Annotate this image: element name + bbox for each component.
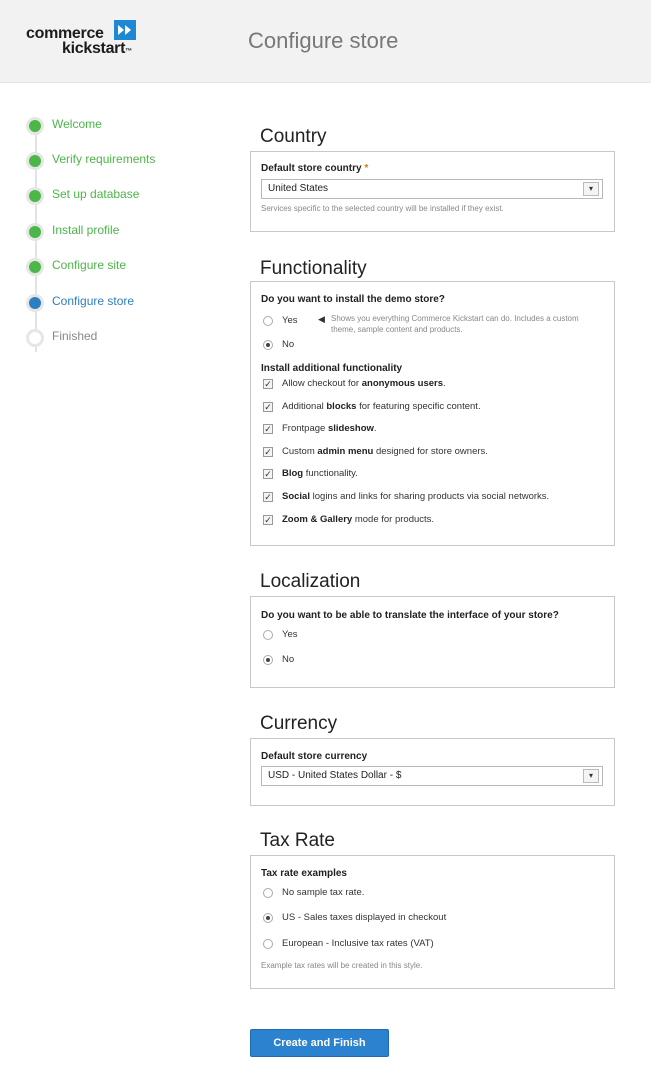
tax-rate-label: Tax rate examples bbox=[261, 868, 347, 879]
currency-select[interactable]: USD - United States Dollar - $ ▾ bbox=[261, 766, 603, 786]
create-and-finish-button[interactable]: Create and Finish bbox=[250, 1029, 389, 1057]
step-label: Set up database bbox=[52, 187, 140, 201]
step-active-icon bbox=[26, 294, 44, 312]
step-label: Verify requirements bbox=[52, 152, 156, 166]
checkbox-checked-icon[interactable]: ✓ bbox=[263, 379, 273, 389]
radio-icon[interactable] bbox=[263, 939, 273, 949]
step-configure-site: Configure site bbox=[26, 255, 226, 279]
country-label: Default store country * bbox=[261, 163, 369, 174]
step-set-up-database: Set up database bbox=[26, 184, 226, 208]
logo-word-kickstart: kickstart™ bbox=[62, 40, 132, 57]
step-configure-store: Configure store bbox=[26, 291, 226, 315]
step-verify-requirements: Verify requirements bbox=[26, 149, 226, 173]
currency-label: Default store currency bbox=[261, 751, 368, 762]
checkbox-checked-icon[interactable]: ✓ bbox=[263, 492, 273, 502]
tax-rate-fieldset: Tax rate examples No sample tax rate. US… bbox=[250, 855, 615, 989]
checkbox-checked-icon[interactable]: ✓ bbox=[263, 515, 273, 525]
checkbox-checked-icon[interactable]: ✓ bbox=[263, 424, 273, 434]
additional-functionality-label: Install additional functionality bbox=[261, 363, 403, 374]
country-select[interactable]: United States ▾ bbox=[261, 179, 603, 199]
step-done-icon bbox=[26, 258, 44, 276]
country-select-value: United States bbox=[268, 183, 329, 194]
country-heading: Country bbox=[260, 126, 327, 147]
radio-icon[interactable] bbox=[263, 888, 273, 898]
header: commerce kickstart™ Configure store bbox=[0, 0, 651, 83]
step-done-icon bbox=[26, 117, 44, 135]
radio-icon[interactable] bbox=[263, 630, 273, 640]
checkbox-checked-icon[interactable]: ✓ bbox=[263, 447, 273, 457]
step-welcome: Welcome bbox=[26, 114, 226, 138]
currency-select-value: USD - United States Dollar - $ bbox=[268, 770, 402, 781]
step-label: Configure store bbox=[52, 294, 135, 308]
arrow-left-icon: ◀ bbox=[318, 314, 325, 324]
step-finished: Finished bbox=[26, 326, 226, 350]
country-help: Services specific to the selected countr… bbox=[261, 204, 504, 213]
step-install-profile: Install profile bbox=[26, 220, 226, 244]
demo-store-question: Do you want to install the demo store? bbox=[261, 294, 445, 305]
radio-icon[interactable] bbox=[263, 913, 273, 923]
step-done-icon bbox=[26, 223, 44, 241]
country-fieldset: Default store country * United States ▾ … bbox=[250, 151, 615, 232]
commerce-kickstart-logo: commerce kickstart™ bbox=[26, 20, 138, 60]
checkbox-checked-icon[interactable]: ✓ bbox=[263, 402, 273, 412]
radio-icon[interactable] bbox=[263, 316, 273, 326]
functionality-heading: Functionality bbox=[260, 258, 367, 279]
step-label: Install profile bbox=[52, 223, 120, 237]
step-pending-icon bbox=[26, 329, 44, 347]
localization-fieldset: Do you want to be able to translate the … bbox=[250, 596, 615, 688]
step-label: Configure site bbox=[52, 258, 127, 272]
step-done-icon bbox=[26, 152, 44, 170]
radio-icon[interactable] bbox=[263, 340, 273, 350]
tax-rate-heading: Tax Rate bbox=[260, 830, 335, 851]
checkbox-checked-icon[interactable]: ✓ bbox=[263, 469, 273, 479]
step-label: Welcome bbox=[52, 117, 102, 131]
step-label: Finished bbox=[52, 329, 98, 343]
fast-forward-icon bbox=[114, 20, 136, 40]
step-done-icon bbox=[26, 187, 44, 205]
localization-heading: Localization bbox=[260, 571, 361, 592]
currency-fieldset: Default store currency USD - United Stat… bbox=[250, 738, 615, 806]
page-title: Configure store bbox=[248, 28, 399, 53]
functionality-fieldset: Do you want to install the demo store? Y… bbox=[250, 281, 615, 546]
chevron-down-icon: ▾ bbox=[583, 769, 599, 783]
translate-question: Do you want to be able to translate the … bbox=[261, 610, 559, 621]
chevron-down-icon: ▾ bbox=[583, 182, 599, 196]
radio-icon[interactable] bbox=[263, 655, 273, 665]
currency-heading: Currency bbox=[260, 713, 338, 734]
demo-store-note: ◀ Shows you everything Commerce Kickstart… bbox=[318, 314, 579, 334]
demo-store-yes[interactable]: Yes ◀ Shows you everything Commerce Kicks… bbox=[263, 314, 593, 334]
tax-rate-help: Example tax rates will be created in thi… bbox=[261, 961, 423, 970]
